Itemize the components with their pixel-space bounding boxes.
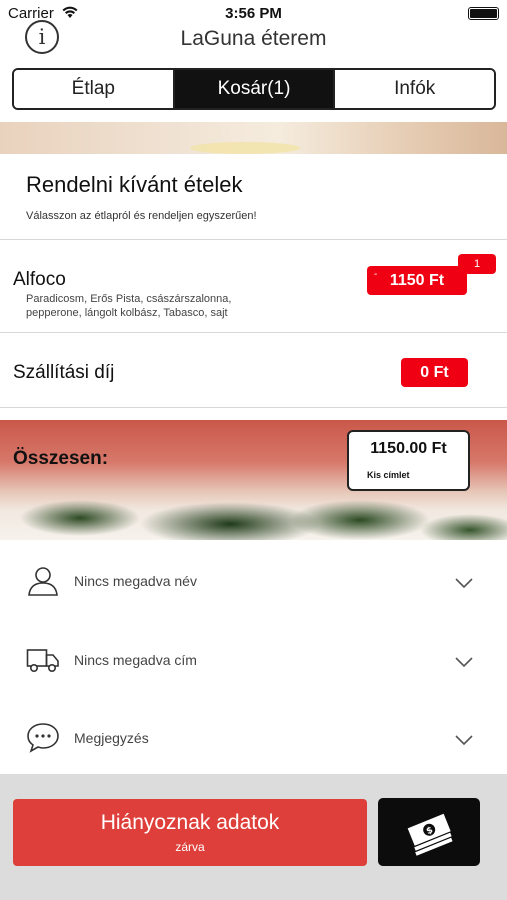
total-label: Összesen: bbox=[13, 448, 109, 469]
note-label: Megjegyzés bbox=[74, 730, 149, 746]
tab-bar: Étlap Kosár(1) Infók bbox=[12, 68, 496, 110]
food-photo-top bbox=[0, 122, 507, 154]
order-header: Rendelni kívánt ételek Válasszon az étla… bbox=[0, 154, 507, 240]
speech-bubble-icon bbox=[27, 723, 59, 753]
status-time: 3:56 PM bbox=[225, 5, 282, 22]
battery-icon bbox=[468, 7, 499, 20]
item-description: Paradicosm, Erős Pista, császárszalonna,… bbox=[26, 293, 232, 319]
chevron-down-icon[interactable] bbox=[454, 577, 474, 589]
total-amount: 1150.00 Ft bbox=[370, 440, 447, 457]
delivery-fee-price: 0 Ft bbox=[401, 358, 468, 387]
order-subtitle: Válasszon az étlapról és rendeljen egysz… bbox=[26, 210, 257, 222]
total-box[interactable]: 1150.00 Ft Kis címlet bbox=[347, 430, 470, 491]
payment-note: Kis címlet bbox=[367, 470, 410, 480]
cash-icon: $ bbox=[406, 812, 455, 856]
address-row[interactable]: Nincs megadva cím bbox=[0, 620, 507, 698]
order-title: Rendelni kívánt ételek bbox=[26, 172, 243, 197]
tab-info[interactable]: Infók bbox=[335, 70, 494, 108]
name-label: Nincs megadva név bbox=[74, 573, 197, 589]
submit-order-button[interactable]: Hiányoznak adatok zárva bbox=[13, 799, 367, 866]
item-name: Alfoco bbox=[13, 269, 66, 290]
page-title: LaGuna éterem bbox=[180, 27, 327, 50]
note-row[interactable]: Megjegyzés bbox=[0, 698, 507, 776]
tab-menu[interactable]: Étlap bbox=[14, 70, 175, 108]
name-row[interactable]: Nincs megadva név bbox=[0, 542, 507, 620]
chevron-down-icon[interactable] bbox=[454, 734, 474, 746]
submit-order-sublabel: zárva bbox=[175, 840, 205, 854]
address-label: Nincs megadva cím bbox=[74, 652, 197, 668]
quantity-badge: 1 bbox=[458, 254, 496, 274]
truck-icon bbox=[26, 649, 59, 672]
status-bar: Carrier 3:56 PM bbox=[0, 0, 507, 26]
submit-order-label: Hiányoznak adatok bbox=[100, 811, 280, 834]
chevron-down-icon[interactable] bbox=[454, 656, 474, 668]
remove-item-icon[interactable]: - bbox=[374, 269, 377, 280]
person-icon bbox=[28, 567, 58, 596]
item-price-button[interactable]: 1150 Ft bbox=[367, 266, 467, 295]
delivery-fee-label: Szállítási díj bbox=[13, 362, 115, 383]
tab-cart[interactable]: Kosár(1) bbox=[174, 70, 336, 108]
payment-button[interactable]: $ bbox=[378, 798, 480, 866]
